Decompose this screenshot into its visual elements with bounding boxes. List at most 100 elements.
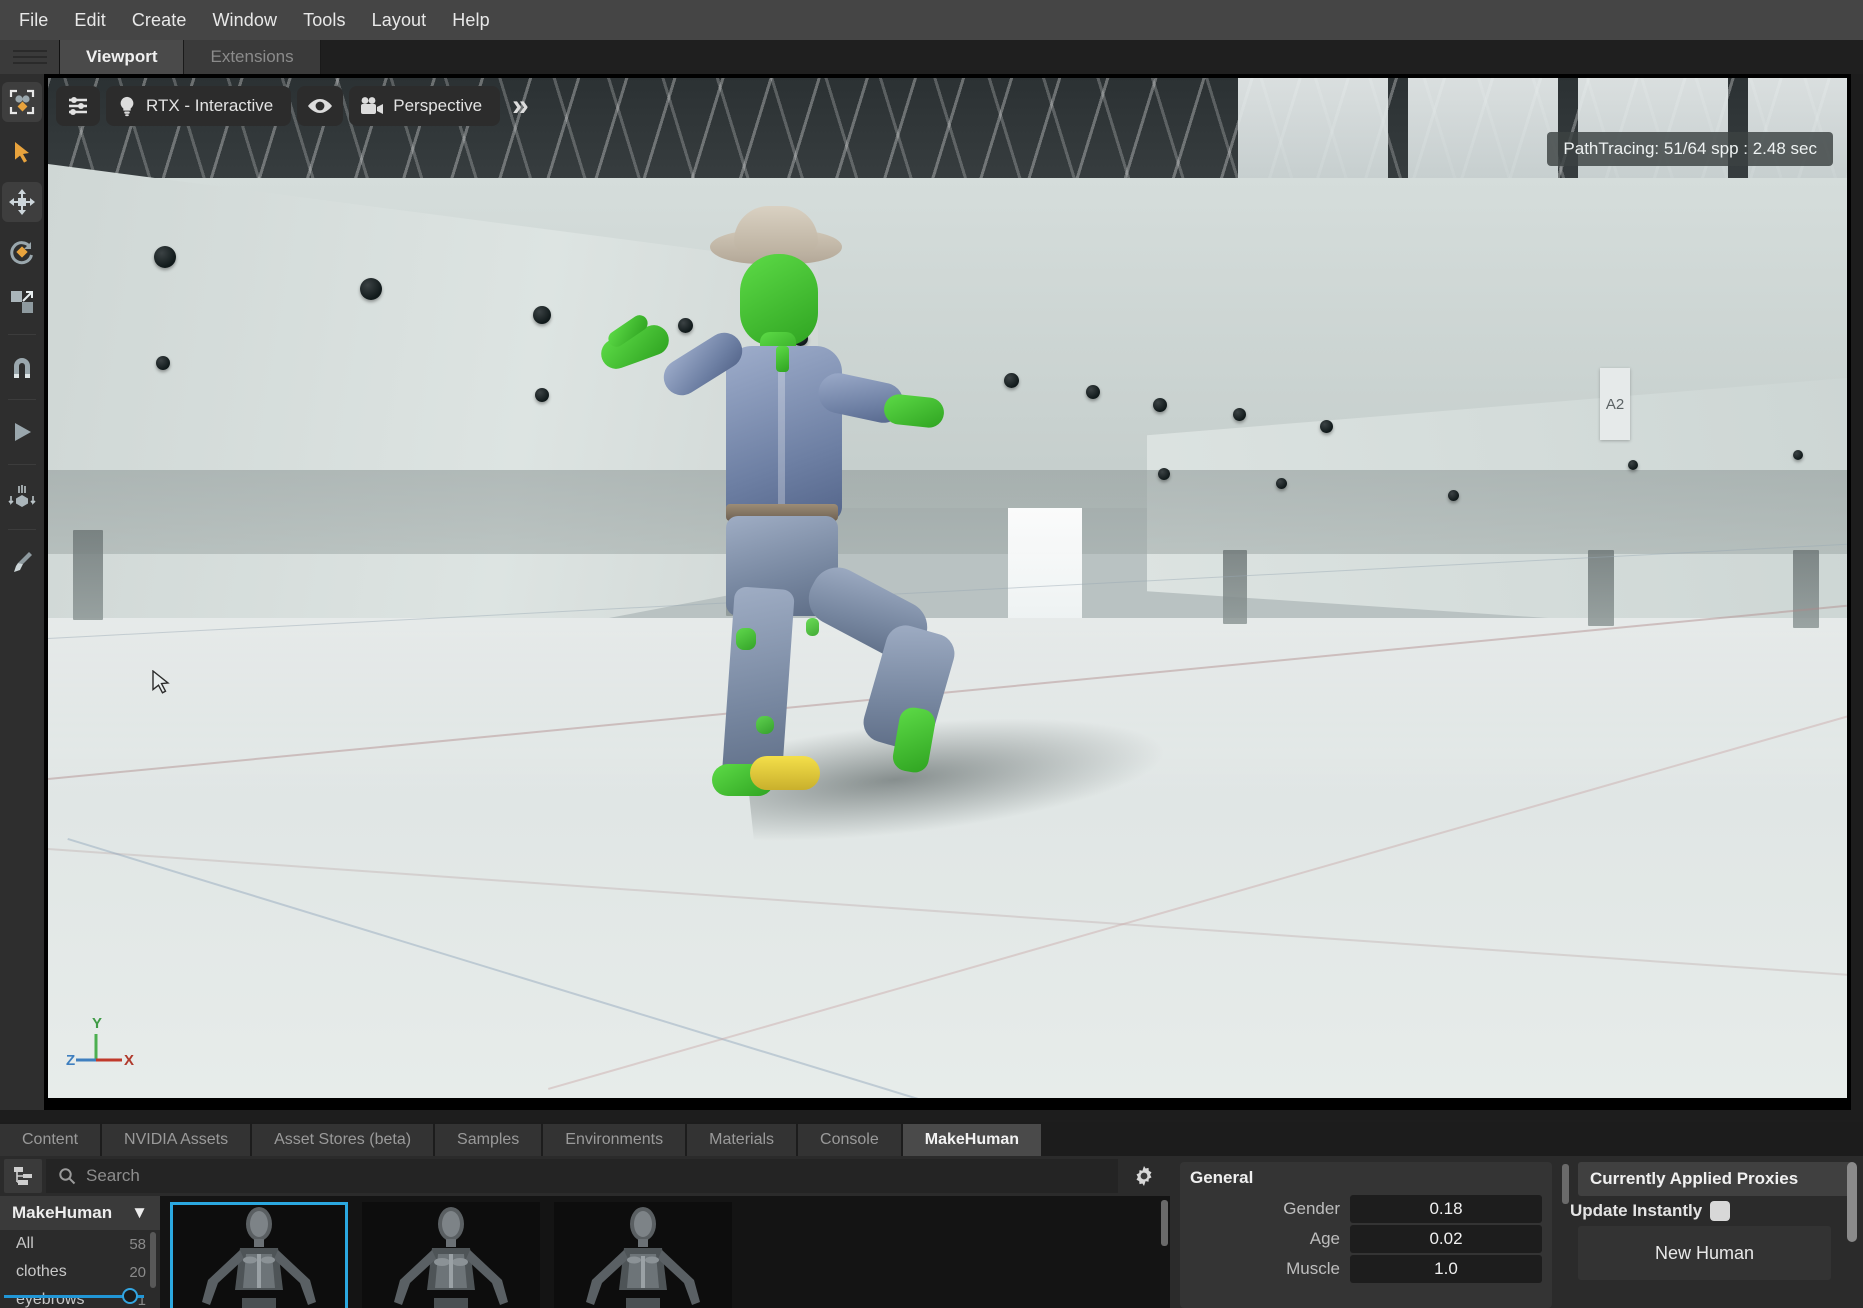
category-column: MakeHuman ▼ All 58 clothes 20 eyebrows 1 xyxy=(0,1196,160,1308)
asset-browser: Search MakeHuman ▼ All 58 clothes 20 eye… xyxy=(0,1156,1170,1308)
svg-text:X: X xyxy=(124,1052,134,1069)
category-item-all[interactable]: All 58 xyxy=(0,1230,160,1258)
camera-mode-button[interactable]: Perspective xyxy=(349,86,501,126)
render-mode-button[interactable]: RTX - Interactive xyxy=(106,86,292,126)
property-row-gender: Gender 0.18 xyxy=(1190,1194,1542,1224)
camera-icon xyxy=(361,97,384,114)
human-figure-thumbnail xyxy=(202,1207,316,1308)
scale-tool-button[interactable] xyxy=(2,282,42,322)
tab-samples[interactable]: Samples xyxy=(435,1124,544,1156)
scene-lamp xyxy=(154,246,176,268)
thumbnail-scrollbar[interactable] xyxy=(1161,1200,1168,1246)
hierarchy-toggle-button[interactable] xyxy=(4,1159,42,1193)
currently-applied-proxies-header: Currently Applied Proxies xyxy=(1578,1162,1853,1196)
scene-lamp xyxy=(1004,373,1019,388)
rail-divider-4 xyxy=(8,529,36,530)
update-instantly-label: Update Instantly xyxy=(1570,1201,1703,1220)
physics-drop-tool-button[interactable] xyxy=(2,477,42,517)
browser-settings-button[interactable] xyxy=(1118,1159,1170,1193)
tab-extensions[interactable]: Extensions xyxy=(184,40,321,74)
select-bounds-icon xyxy=(9,89,35,115)
scene-lamp xyxy=(1086,385,1100,399)
category-dropdown[interactable]: MakeHuman ▼ xyxy=(0,1196,160,1230)
tab-content[interactable]: Content xyxy=(0,1124,103,1156)
tab-asset-stores[interactable]: Asset Stores (beta) xyxy=(252,1124,436,1156)
group-title: General xyxy=(1190,1168,1254,1187)
menu-item-layout[interactable]: Layout xyxy=(361,6,438,35)
scene-lamp xyxy=(1793,450,1803,460)
menu-item-edit[interactable]: Edit xyxy=(63,6,116,35)
character-model[interactable] xyxy=(596,206,978,848)
tab-console[interactable]: Console xyxy=(798,1124,903,1156)
select-arrow-tool-button[interactable] xyxy=(2,132,42,172)
thumbnail-size-slider[interactable] xyxy=(4,1288,144,1304)
tab-nvidia-assets[interactable]: NVIDIA Assets xyxy=(102,1124,253,1156)
rotate-tool-button[interactable] xyxy=(2,232,42,272)
browser-body: MakeHuman ▼ All 58 clothes 20 eyebrows 1 xyxy=(0,1196,1170,1308)
character-hand-right xyxy=(882,392,946,430)
tab-viewport[interactable]: Viewport xyxy=(60,40,185,74)
general-group: General Gender 0.18 Age 0.02 Muscle 1.0 xyxy=(1180,1162,1552,1308)
gender-value-field[interactable]: 0.18 xyxy=(1350,1195,1542,1223)
viewport-3d[interactable]: A2 RTX - Interactive Perspective » PathT… xyxy=(48,78,1847,1098)
tab-materials[interactable]: Materials xyxy=(687,1124,799,1156)
proxies-panel-scrollbar-left[interactable] xyxy=(1562,1164,1569,1204)
viewport-toolbar: RTX - Interactive Perspective » xyxy=(56,86,535,126)
scene-lamp xyxy=(1158,468,1170,480)
snap-magnet-tool-button[interactable] xyxy=(2,347,42,387)
scene-lamp xyxy=(360,278,382,300)
category-count: 20 xyxy=(129,1263,146,1281)
menu-item-window[interactable]: Window xyxy=(201,6,288,35)
bottom-panel: Search MakeHuman ▼ All 58 clothes 20 eye… xyxy=(0,1156,1863,1308)
viewport-container: A2 RTX - Interactive Perspective » PathT… xyxy=(44,74,1851,1110)
menu-item-file[interactable]: File xyxy=(8,6,59,35)
chevron-right-icon[interactable]: » xyxy=(506,89,535,123)
magnet-icon xyxy=(14,358,30,378)
slider-knob[interactable] xyxy=(122,1288,138,1304)
play-tool-button[interactable] xyxy=(2,412,42,452)
browser-search-row: Search xyxy=(0,1156,1170,1196)
move-tool-button[interactable] xyxy=(2,182,42,222)
character-shirt-placket xyxy=(778,348,785,518)
scale-gizmo-icon xyxy=(11,291,33,313)
menu-item-help[interactable]: Help xyxy=(441,6,500,35)
proxies-panel-scrollbar-right[interactable] xyxy=(1847,1162,1857,1242)
viewport-tab-strip: Viewport Extensions xyxy=(0,40,1863,74)
viewport-settings-button[interactable] xyxy=(56,86,100,126)
scene-lamp xyxy=(1233,408,1246,421)
character-detail-patch xyxy=(756,716,774,734)
property-label: Gender xyxy=(1283,1199,1340,1218)
character-collar-skin xyxy=(776,346,789,372)
age-value-field[interactable]: 0.02 xyxy=(1350,1225,1542,1253)
category-label: All xyxy=(16,1235,34,1252)
update-instantly-checkbox[interactable] xyxy=(1710,1201,1731,1221)
proxies-panel: Currently Applied Proxies Update Instant… xyxy=(1560,1156,1863,1308)
category-scrollbar[interactable] xyxy=(150,1232,156,1288)
human-figure-thumbnail xyxy=(394,1207,508,1308)
physics-drop-icon xyxy=(8,485,36,507)
search-input[interactable]: Search xyxy=(46,1159,1118,1193)
category-item-clothes[interactable]: clothes 20 xyxy=(0,1258,160,1286)
menu-item-tools[interactable]: Tools xyxy=(292,6,357,35)
visibility-button[interactable] xyxy=(297,86,344,126)
tab-environments[interactable]: Environments xyxy=(543,1124,688,1156)
list-item[interactable] xyxy=(362,1202,540,1308)
scene-a2-sign: A2 xyxy=(1600,368,1630,440)
menu-item-create[interactable]: Create xyxy=(121,6,198,35)
sliders-icon xyxy=(69,97,87,115)
chevron-down-icon: ▼ xyxy=(131,1203,148,1222)
select-bounds-tool-button[interactable] xyxy=(2,82,42,122)
play-icon xyxy=(15,423,31,441)
tab-makehuman[interactable]: MakeHuman xyxy=(902,1124,1043,1156)
human-figure-thumbnail xyxy=(586,1207,700,1308)
new-human-button[interactable]: New Human xyxy=(1578,1226,1831,1280)
paint-brush-tool-button[interactable] xyxy=(2,542,42,582)
list-item[interactable] xyxy=(554,1202,732,1308)
hamburger-menu-icon[interactable] xyxy=(0,40,60,74)
list-item[interactable] xyxy=(170,1202,348,1308)
update-instantly-row[interactable]: Update Instantly xyxy=(1570,1196,1853,1226)
scene-lamp xyxy=(1448,490,1459,501)
scene-lamp xyxy=(1628,460,1638,470)
muscle-value-field[interactable]: 1.0 xyxy=(1350,1255,1542,1283)
svg-text:Z: Z xyxy=(66,1052,75,1069)
